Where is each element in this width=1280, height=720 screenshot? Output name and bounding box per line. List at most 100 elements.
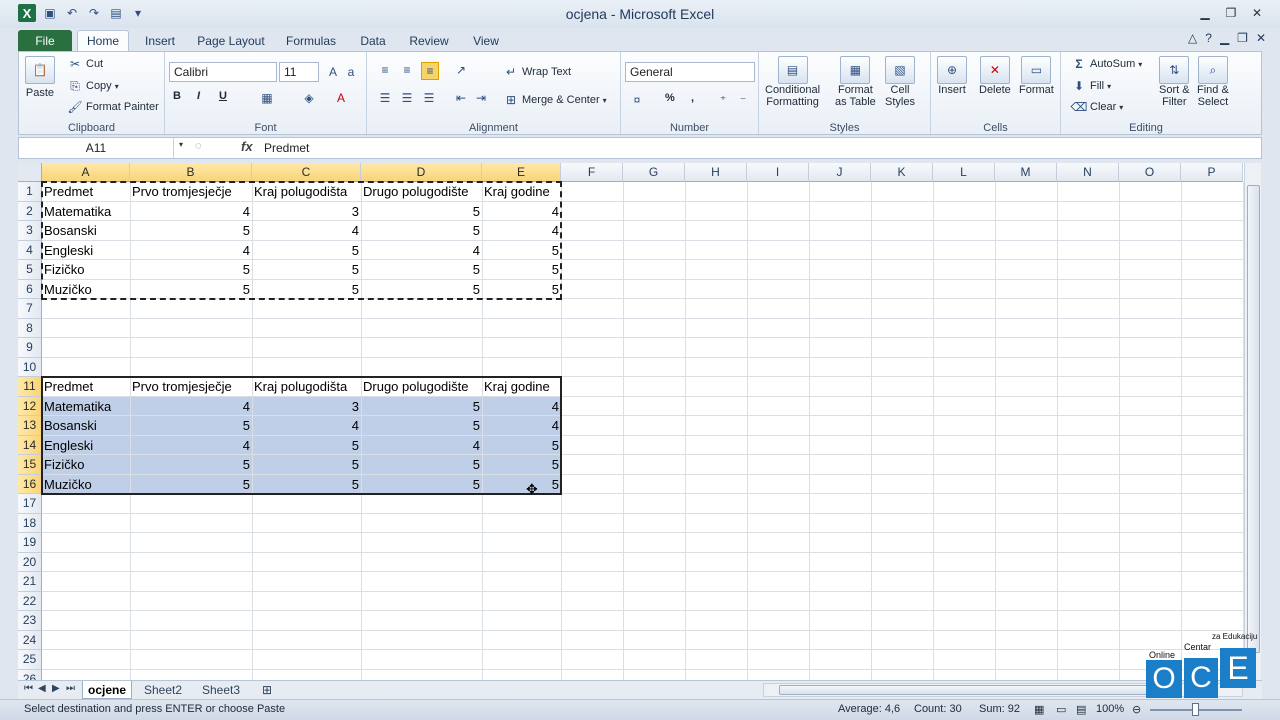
decrease-indent-button[interactable]: ⇤ [453, 90, 469, 106]
paste-button[interactable]: 📋 Paste [25, 56, 55, 99]
merge-center-button[interactable]: ⊞ Merge & Center ▾ [503, 92, 607, 108]
page-layout-view-icon[interactable]: ▭ [1056, 703, 1066, 716]
row-header[interactable]: 11 [18, 377, 42, 397]
row-header[interactable]: 15 [18, 455, 42, 475]
borders-button[interactable]: ▦ [259, 90, 275, 106]
font-name-dropdown[interactable]: Calibri [169, 62, 277, 82]
find-select-button[interactable]: ⌕ Find & Select [1197, 56, 1229, 108]
conditional-formatting-button[interactable]: ▤ Conditional Formatting [765, 56, 820, 108]
column-header-j[interactable]: J [809, 163, 871, 182]
copy-button[interactable]: ⎘ Copy ▾ [67, 78, 119, 94]
minimize-ribbon-icon[interactable]: △ [1188, 31, 1197, 45]
tab-data[interactable]: Data [356, 30, 390, 51]
increase-decimal-button[interactable]: ⁺ [715, 92, 731, 108]
workbook-close-icon[interactable]: ✕ [1256, 31, 1266, 45]
orientation-button[interactable]: ↗ [453, 62, 469, 78]
column-header-p[interactable]: P [1181, 163, 1243, 182]
zoom-out-icon[interactable]: ⊖ [1132, 703, 1141, 716]
align-middle-button[interactable]: ≡ [399, 62, 415, 78]
row-header[interactable]: 3 [18, 221, 42, 241]
cell-styles-button[interactable]: ▧ Cell Styles [885, 56, 915, 108]
align-right-button[interactable]: ☰ [421, 90, 437, 106]
next-sheet-icon[interactable]: ▶ [52, 683, 60, 694]
fill-button[interactable]: ⬇ Fill ▾ [1071, 78, 1111, 94]
italic-button[interactable]: I [197, 90, 200, 102]
prev-sheet-icon[interactable]: ◀ [38, 683, 46, 694]
zoom-slider-handle[interactable] [1192, 703, 1199, 716]
row-header[interactable]: 21 [18, 572, 42, 592]
row-header[interactable]: 19 [18, 533, 42, 553]
align-top-button[interactable]: ≡ [377, 62, 393, 78]
grow-font-button[interactable]: A [325, 64, 341, 80]
column-header-e[interactable]: E [482, 163, 561, 182]
normal-view-icon[interactable]: ▦ [1034, 703, 1044, 716]
insert-function-icon[interactable]: fx [241, 139, 253, 154]
last-sheet-icon[interactable]: ⏭ [66, 683, 75, 694]
help-icon[interactable]: ? [1205, 31, 1212, 45]
row-header[interactable]: 26 [18, 669, 42, 680]
column-header-h[interactable]: H [685, 163, 747, 182]
sheet-tab-sheet3[interactable]: Sheet3 [194, 681, 248, 699]
underline-button[interactable]: U [219, 90, 227, 102]
row-header[interactable]: 22 [18, 591, 42, 611]
select-all-corner[interactable] [18, 163, 42, 182]
row-header[interactable]: 5 [18, 260, 42, 280]
row-header[interactable]: 14 [18, 435, 42, 455]
column-header-g[interactable]: G [623, 163, 685, 182]
wrap-text-button[interactable]: ↵ Wrap Text [503, 64, 571, 80]
row-header[interactable]: 13 [18, 416, 42, 436]
tab-insert[interactable]: Insert [140, 30, 180, 51]
number-format-dropdown[interactable]: General [625, 62, 755, 82]
shrink-font-button[interactable]: a [343, 64, 359, 80]
row-header[interactable]: 24 [18, 630, 42, 650]
chevron-down-icon[interactable]: ▾ [179, 140, 183, 149]
align-bottom-button[interactable]: ≡ [421, 62, 439, 80]
column-header-b[interactable]: B [130, 163, 252, 182]
name-box[interactable]: A11 [19, 138, 174, 158]
row-header[interactable]: 23 [18, 611, 42, 631]
cut-button[interactable]: ✂ Cut [67, 56, 103, 72]
row-header[interactable]: 1 [18, 182, 42, 202]
row-header[interactable]: 10 [18, 357, 42, 377]
row-header[interactable]: 18 [18, 513, 42, 533]
row-header[interactable]: 9 [18, 338, 42, 358]
expand-icon[interactable]: ◌ [195, 140, 202, 152]
zoom-level[interactable]: 100% [1096, 703, 1124, 715]
accounting-button[interactable]: ¤ [629, 92, 645, 108]
column-header-o[interactable]: O [1119, 163, 1181, 182]
horizontal-scroll-thumb[interactable] [779, 685, 1179, 695]
minimize-icon[interactable]: ▁ [1194, 4, 1216, 22]
insert-button[interactable]: ⊕ Insert [937, 56, 967, 96]
sheet-tab-ocjene[interactable]: ocjene [82, 681, 132, 699]
tab-review[interactable]: Review [407, 30, 451, 51]
percent-button[interactable]: % [665, 92, 675, 104]
fill-color-button[interactable]: ◈ [301, 90, 317, 106]
tab-formulas[interactable]: Formulas [283, 30, 339, 51]
row-header[interactable]: 17 [18, 494, 42, 514]
align-center-button[interactable]: ☰ [399, 90, 415, 106]
column-header-c[interactable]: C [252, 163, 361, 182]
format-button[interactable]: ▭ Format [1019, 56, 1054, 96]
vertical-scroll-thumb[interactable] [1247, 185, 1260, 653]
workbook-minimize-icon[interactable]: ▁ [1220, 31, 1229, 45]
column-header-n[interactable]: N [1057, 163, 1119, 182]
formula-input[interactable]: Predmet [264, 141, 309, 155]
column-header-k[interactable]: K [871, 163, 933, 182]
tab-home[interactable]: Home [77, 30, 129, 51]
insert-sheet-icon[interactable]: ⊞ [254, 681, 280, 699]
row-header[interactable]: 6 [18, 279, 42, 299]
column-header-i[interactable]: I [747, 163, 809, 182]
font-color-button[interactable]: A [333, 90, 349, 106]
workbook-restore-icon[interactable]: ❐ [1237, 31, 1248, 45]
delete-button[interactable]: ✕ Delete [979, 56, 1011, 96]
row-header[interactable]: 8 [18, 318, 42, 338]
row-header[interactable]: 12 [18, 396, 42, 416]
increase-indent-button[interactable]: ⇥ [473, 90, 489, 106]
column-header-a[interactable]: A [42, 163, 130, 182]
vertical-scrollbar[interactable] [1244, 163, 1261, 680]
sheet-tab-sheet2[interactable]: Sheet2 [136, 681, 190, 699]
tab-page-layout[interactable]: Page Layout [196, 30, 266, 51]
autosum-button[interactable]: Σ AutoSum ▾ [1071, 56, 1142, 72]
format-as-table-button[interactable]: ▦ Format as Table [835, 56, 876, 108]
tab-file[interactable]: File [18, 30, 72, 51]
